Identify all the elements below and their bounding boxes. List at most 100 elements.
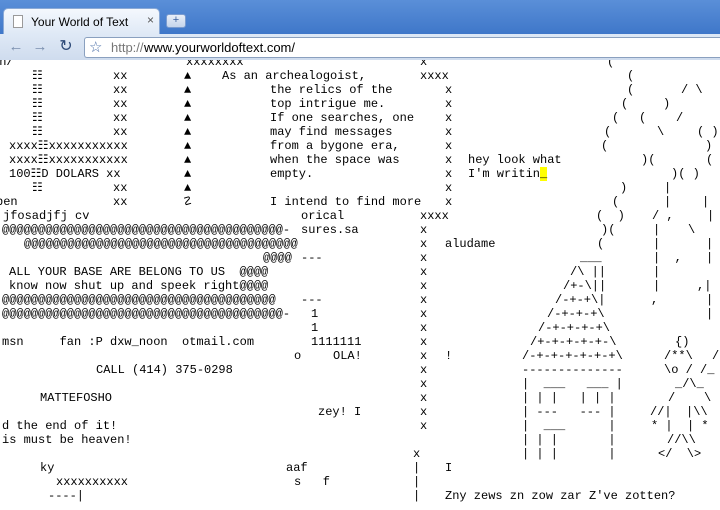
world-text-fragment: ( (612, 195, 620, 209)
page-icon (13, 15, 23, 28)
world-text-fragment: ----| (48, 489, 85, 503)
world-text-fragment: )( (641, 153, 656, 167)
world-text-fragment: /**\ (664, 349, 693, 363)
world-text-fragment: ☷ (32, 97, 43, 111)
url-protocol: http:// (111, 40, 144, 55)
world-text-fragment: xx (113, 181, 128, 195)
world-text-fragment: x (420, 405, 428, 419)
close-icon[interactable]: × (147, 13, 154, 27)
world-text-fragment: 1 (311, 321, 319, 335)
world-text-fragment: aludame (445, 237, 496, 251)
world-text-fragment: ) (705, 139, 713, 153)
world-text-fragment: x (420, 307, 428, 321)
world-text-fragment: | (653, 279, 661, 293)
world-text-fragment: )( ) (671, 167, 700, 181)
world-text-fragment: x (420, 265, 428, 279)
world-text-fragment: s f (294, 475, 331, 489)
world-text-fragment: | (413, 461, 421, 475)
world-text-fragment: from a bygone era, (270, 139, 400, 153)
world-text-fragment: )( (601, 223, 616, 237)
back-arrow-icon[interactable]: ← (6, 38, 26, 56)
world-text-fragment: , (651, 293, 659, 307)
world-text-fragment: ___ (580, 251, 602, 265)
world-text-fragment: | , (653, 251, 682, 265)
world-text-fragment: ) (663, 97, 671, 111)
world-text-fragment: ▲ (184, 139, 192, 153)
world-text-fragment: / \ (668, 391, 712, 405)
world-text-fragment: _/\_ (675, 377, 704, 391)
world-text-fragment: | --- --- | (522, 405, 616, 419)
tab-strip: Your World of Text × + (0, 0, 720, 34)
world-text-fragment: --- (301, 251, 323, 265)
world-text-fragment: x (420, 237, 428, 251)
world-text-fragment: xxxx (420, 69, 449, 83)
world-text-fragment: o (294, 349, 302, 363)
world-text-fragment: | (653, 237, 661, 251)
world-text-fragment: ▲ (184, 111, 192, 125)
world-text-fragment: xx (113, 195, 128, 209)
world-text-fragment: xxxx (420, 209, 449, 223)
world-text-fragment: ( ) (596, 209, 625, 223)
world-text-fragment: /-+-+-+-+-+-+\ (522, 349, 623, 363)
world-text-fragment: zey! I (318, 405, 362, 419)
world-canvas[interactable]: en/xxxxxxxxx(☷xx▲As an archealogoist,xxx… (0, 60, 720, 510)
world-text-fragment: pen (0, 195, 18, 209)
world-text-fragment: x (420, 279, 428, 293)
world-text-fragment: | (706, 307, 714, 321)
world-text-fragment: ALL YOUR BASE ARE BELONG TO US @@@@ (9, 265, 269, 279)
world-text-fragment: when the space was (270, 153, 400, 167)
world-text-fragment: ( (706, 153, 714, 167)
world-text-fragment: / \ (681, 83, 703, 97)
world-text-fragment: / , (652, 209, 674, 223)
forward-arrow-icon[interactable]: → (30, 38, 50, 56)
world-text-fragment: //\\ (667, 433, 696, 447)
world-text-fragment: | (706, 237, 714, 251)
address-bar[interactable]: ☆ http:// www.yourworldoftext.com/ (84, 37, 720, 58)
world-text-fragment: /-+-+\| (555, 293, 606, 307)
world-text-fragment: //| |\\ (650, 405, 708, 419)
world-text-fragment: | ___ ___ | (522, 377, 623, 391)
world-text-fragment: is must be heaven! (2, 433, 132, 447)
tab-your-world-of-text[interactable]: Your World of Text × (3, 8, 160, 34)
world-text-fragment: ( (612, 111, 620, 125)
world-text-fragment: \o / /_ (664, 363, 715, 377)
world-text-fragment: ▲ (184, 181, 192, 195)
world-text-fragment: x (420, 293, 428, 307)
world-text-fragment: \ (657, 125, 665, 139)
world-text-fragment: x (420, 223, 428, 237)
world-text-fragment: | (706, 293, 714, 307)
star-icon[interactable]: ☆ (89, 38, 102, 57)
world-text-fragment: I (445, 461, 453, 475)
world-text-fragment: ( (627, 83, 635, 97)
world-text-fragment: \ (688, 223, 696, 237)
world-text-fragment: empty. (270, 167, 314, 181)
new-tab-button[interactable]: + (166, 14, 186, 28)
world-text-fragment: ▲ (184, 97, 192, 111)
world-text-fragment: xx (113, 111, 128, 125)
world-text-fragment: x (420, 251, 428, 265)
world-text-fragment: x (445, 97, 453, 111)
world-text-fragment: ( (601, 139, 609, 153)
world-text-fragment: hey look what (468, 153, 562, 167)
world-text-fragment: | (702, 195, 710, 209)
world-text-fragment: ( (639, 111, 647, 125)
world-text-fragment: ☷ (32, 125, 43, 139)
world-text-fragment: ▲ (184, 69, 192, 83)
world-text-fragment: 100☷D DOLARS xx (9, 167, 121, 181)
world-text-fragment: ( (604, 125, 612, 139)
world-text-fragment: msn fan :P dxw_noon otmail.com (2, 335, 255, 349)
world-text-fragment: xx (113, 97, 128, 111)
world-text-fragment: x (420, 377, 428, 391)
world-text-fragment: /+-\|| (563, 279, 607, 293)
world-text-fragment: orical (301, 209, 345, 223)
world-text-fragment: | (706, 251, 714, 265)
world-text-fragment: sures.sa (301, 223, 359, 237)
world-text-fragment: 1 (311, 307, 319, 321)
world-text-fragment: @@@@@@@@@@@@@@@@@@@@@@@@@@@@@@@@@@@@@@@- (2, 223, 291, 237)
world-text-fragment: | (413, 489, 421, 503)
world-text-fragment: xxxx☷xxxxxxxxxxx (9, 139, 128, 153)
world-text-fragment: If one searches, one (270, 111, 415, 125)
reload-icon[interactable]: ↻ (56, 37, 76, 57)
world-text-fragment: may find messages (270, 125, 393, 139)
world-text-fragment: top intrigue me. (270, 97, 386, 111)
